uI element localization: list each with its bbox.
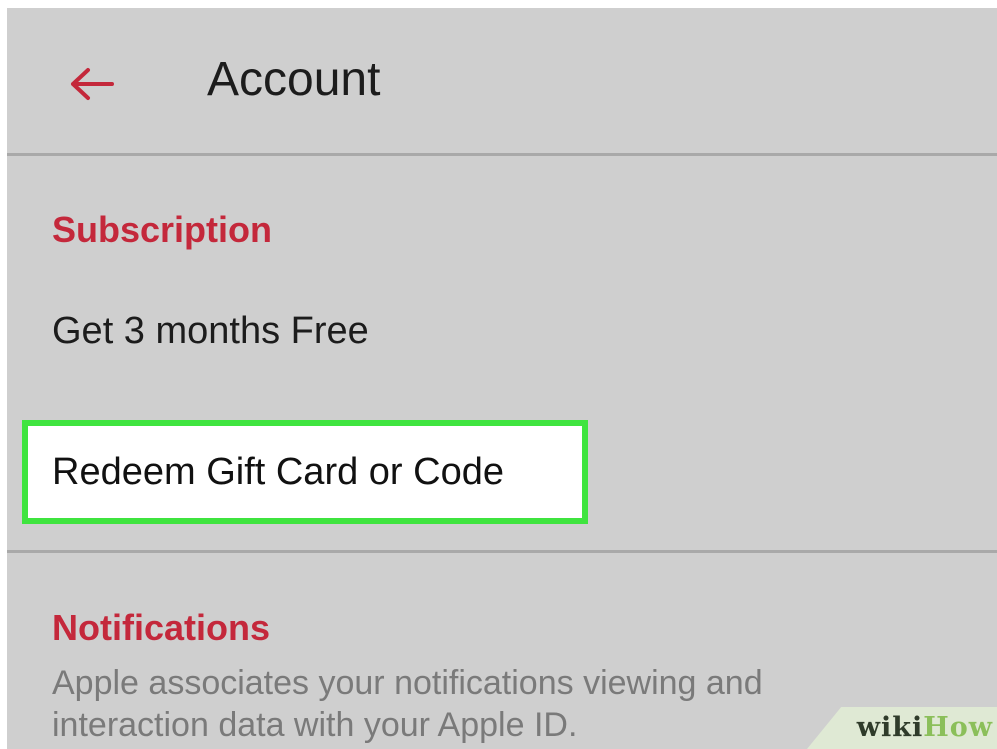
watermark-how: How [923, 712, 993, 743]
back-button[interactable] [62, 58, 122, 110]
watermark-text: wikiHow [857, 711, 993, 745]
get-3-months-free-item[interactable]: Get 3 months Free [52, 308, 369, 354]
redeem-gift-card-label: Redeem Gift Card or Code [52, 451, 504, 493]
top-edge [0, 0, 997, 8]
notifications-description: Apple associates your notifications view… [52, 664, 763, 744]
redeem-gift-card-item[interactable]: Redeem Gift Card or Code [22, 420, 588, 524]
app-header: Account [7, 8, 997, 154]
notifications-heading[interactable]: Notifications [52, 606, 270, 650]
arrow-left-icon [68, 66, 116, 102]
subscription-heading: Subscription [52, 209, 273, 250]
watermark-wiki: wiki [856, 712, 924, 743]
wikihow-watermark: wikiHow [807, 707, 997, 749]
screen: Account Subscription Get 3 months Free R… [0, 0, 997, 749]
page-title: Account [207, 53, 381, 106]
left-edge [0, 0, 7, 749]
header-divider [7, 153, 997, 156]
section-divider [7, 550, 997, 553]
